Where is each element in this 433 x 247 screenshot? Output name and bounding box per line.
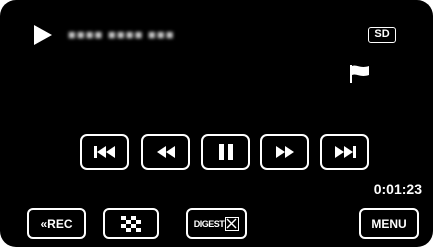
rec-label: REC xyxy=(47,216,73,231)
fast-forward-button[interactable] xyxy=(260,134,309,170)
pause-button[interactable] xyxy=(201,134,250,170)
skip-back-icon xyxy=(93,146,115,158)
fast-forward-icon xyxy=(275,146,294,158)
flag-icon xyxy=(350,65,369,83)
pause-icon xyxy=(218,144,233,160)
skip-forward-button[interactable] xyxy=(320,134,369,170)
sd-card-badge: SD xyxy=(368,27,396,43)
digest-label: DIGEST xyxy=(193,218,225,229)
skip-back-button[interactable] xyxy=(80,134,129,170)
rewind-icon xyxy=(156,146,175,158)
close-box-icon xyxy=(225,216,240,231)
rec-button[interactable]: « REC xyxy=(27,208,86,239)
rewind-button[interactable] xyxy=(141,134,190,170)
play-icon xyxy=(34,25,52,45)
recording-datetime: ■■■■ ■■■■ ■■■ xyxy=(68,27,175,42)
back-chevron-icon: « xyxy=(40,216,47,231)
playback-screen: ■■■■ ■■■■ ■■■ SD 0:01:23 « REC DIGEST ME… xyxy=(0,0,433,247)
menu-button[interactable]: MENU xyxy=(359,208,419,239)
index-button[interactable] xyxy=(103,208,159,239)
digest-button[interactable]: DIGEST xyxy=(186,208,247,239)
skip-forward-icon xyxy=(334,146,356,158)
elapsed-time: 0:01:23 xyxy=(373,181,422,197)
index-grid-icon xyxy=(121,215,141,232)
